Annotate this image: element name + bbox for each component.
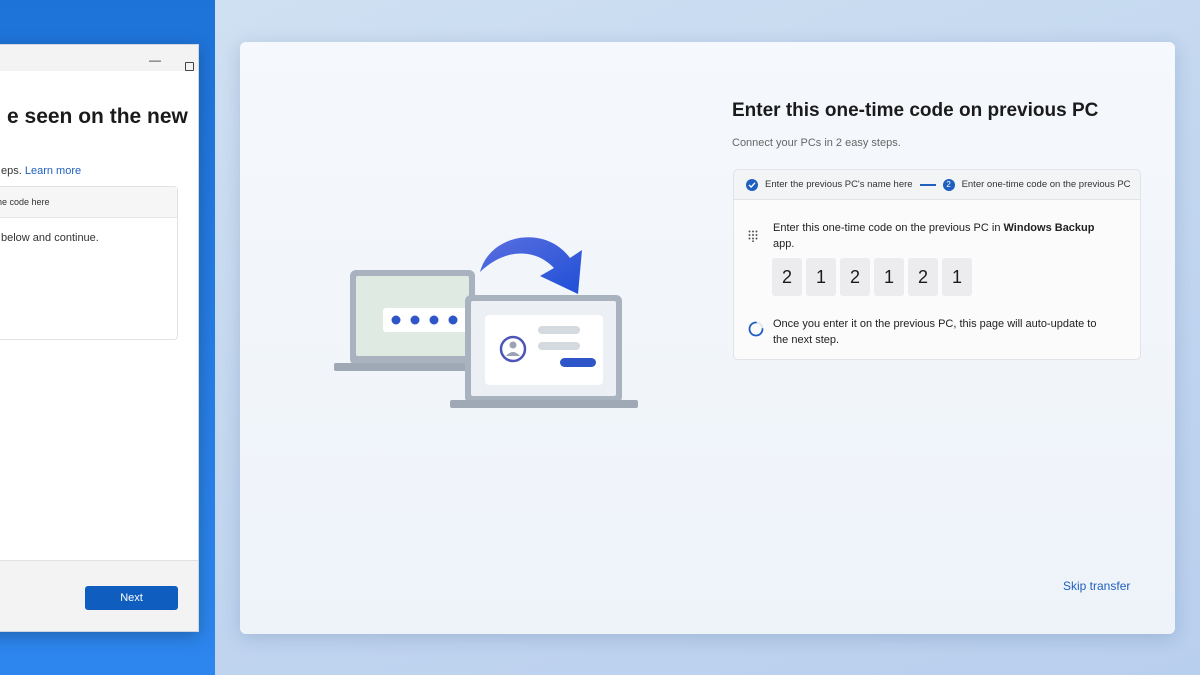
skip-transfer-link[interactable]: Skip transfer — [1063, 579, 1130, 593]
keypad-icon — [748, 230, 758, 242]
window-titlebar[interactable] — [0, 45, 198, 71]
maximize-icon[interactable] — [185, 62, 194, 71]
step-2-number: 2 — [942, 178, 955, 191]
window-heading: e seen on the new — [7, 105, 188, 128]
instruction-box-header: time code here — [0, 187, 177, 218]
learn-more-link[interactable]: Learn more — [25, 165, 81, 177]
step-connector — [919, 183, 936, 186]
code-digit: 2 — [840, 258, 870, 296]
code-digit: 1 — [806, 258, 836, 296]
code-card: Enter this one-time code on the previous… — [733, 199, 1141, 360]
transfer-dialog: Enter this one-time code on previous PC … — [240, 42, 1175, 634]
step-1-label: Enter the previous PC's name here — [765, 179, 913, 190]
minimize-icon[interactable]: — — [149, 53, 161, 67]
pc-transfer-illustration — [334, 237, 638, 408]
instruction-prefix: Enter this one-time code on the previous… — [773, 222, 1004, 234]
spinner-icon — [748, 321, 764, 337]
instruction-box-header-text: time code here — [0, 197, 50, 207]
next-button[interactable]: Next — [85, 586, 178, 610]
new-pc-icon — [450, 295, 638, 408]
code-digits: 2 1 2 1 2 1 — [772, 258, 972, 296]
instruction-suffix: app. — [773, 238, 795, 250]
code-digit: 2 — [772, 258, 802, 296]
auto-update-text: Once you enter it on the previous PC, th… — [773, 318, 1097, 346]
page-title: Enter this one-time code on previous PC — [732, 100, 1099, 121]
instruction-text: Enter this one-time code on the previous… — [773, 220, 1113, 252]
instruction-app-name: Windows Backup — [1003, 222, 1095, 234]
stepper: Enter the previous PC's name here 2 Ente… — [733, 169, 1141, 199]
code-digit: 1 — [874, 258, 904, 296]
code-digit: 2 — [908, 258, 938, 296]
background-window[interactable]: — e seen on the new eps. Learn more time… — [0, 44, 199, 632]
instruction-box-text: C below and continue. — [0, 232, 99, 244]
transfer-arrow-icon — [480, 237, 582, 294]
instruction-box: time code here C below and continue. — [0, 186, 178, 340]
page-subtitle: Connect your PCs in 2 easy steps. — [732, 137, 901, 149]
check-icon — [746, 178, 758, 191]
step-2-label: Enter one-time code on the previous PC — [961, 179, 1131, 190]
subtitle-text: eps. — [1, 165, 22, 177]
window-subtitle: eps. Learn more — [1, 165, 81, 177]
code-digit: 1 — [942, 258, 972, 296]
